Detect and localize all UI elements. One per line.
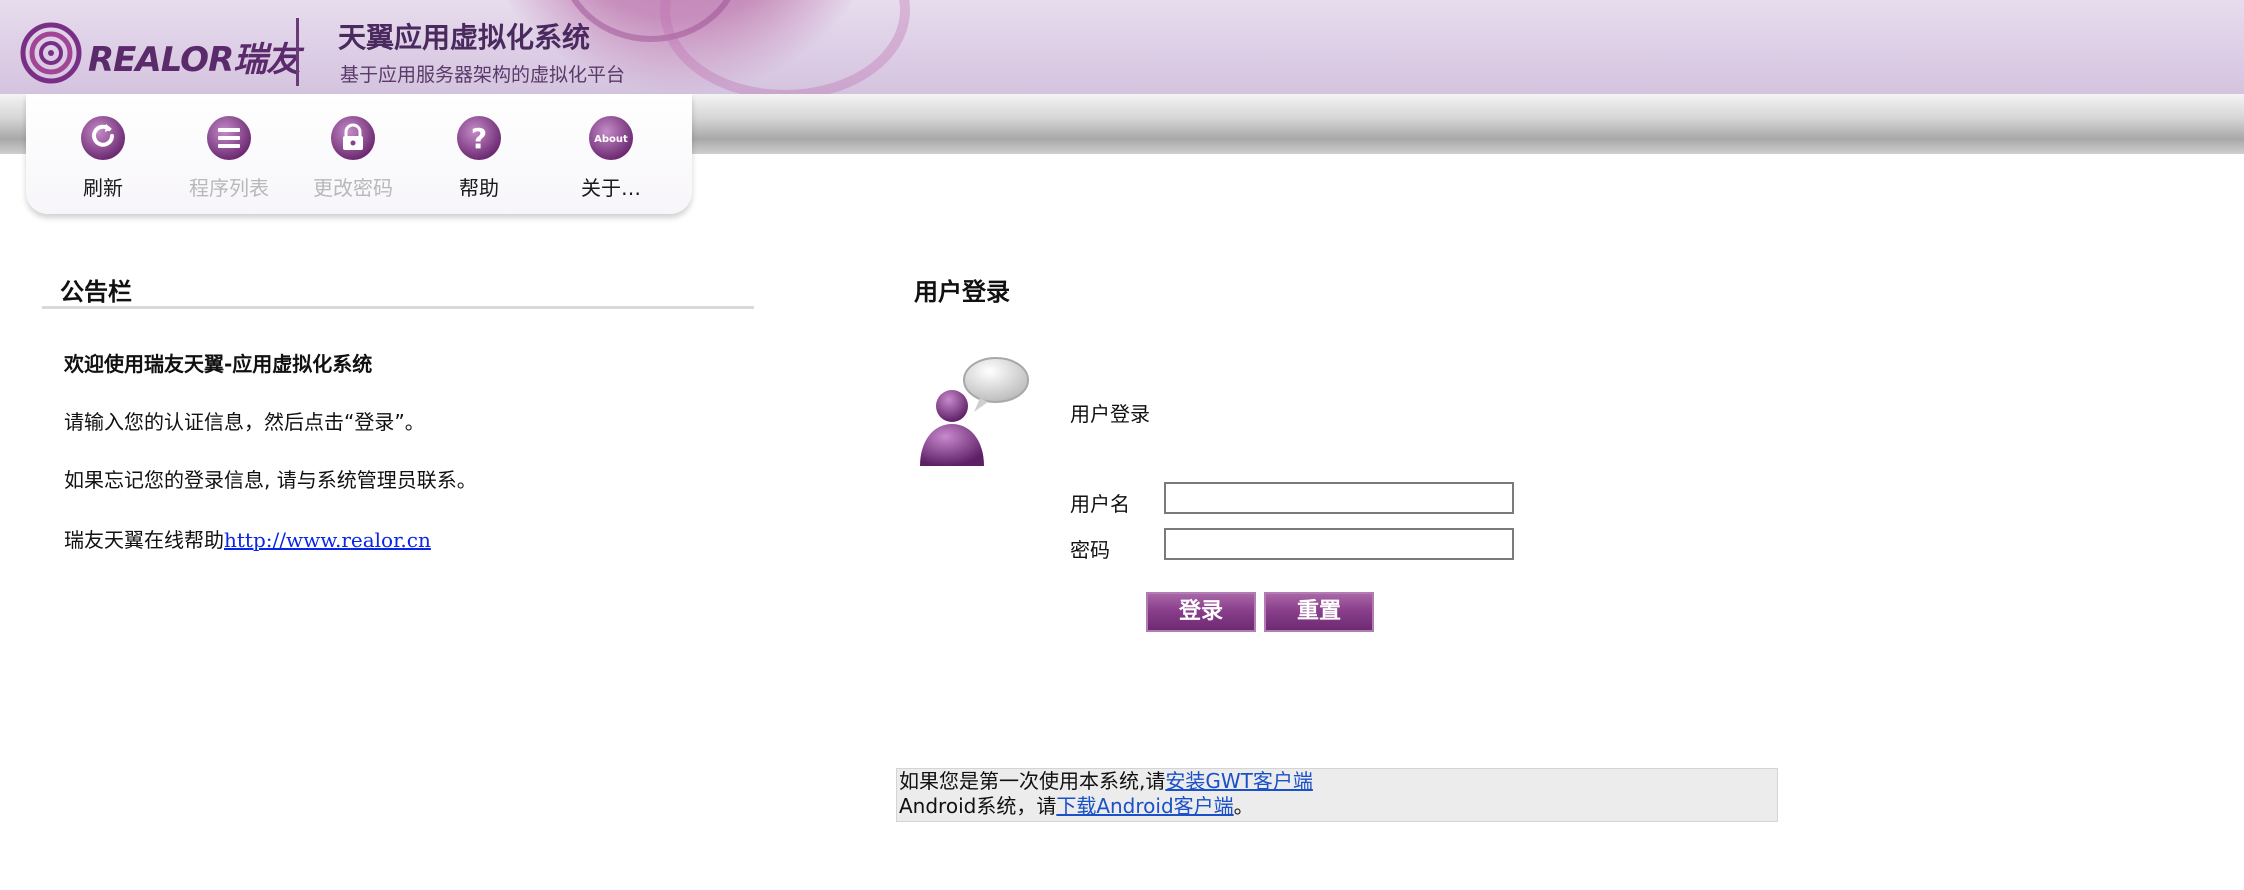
notice-line-2-suffix: 。 [1233, 794, 1254, 818]
about-label: 关于… [581, 176, 641, 200]
notice-line-2: Android系统，请下载Android客户端。 [899, 794, 1777, 819]
bulletin-welcome: 欢迎使用瑞友天翼-应用虚拟化系统 [64, 352, 373, 376]
app-header: REALOR瑞友 天翼应用虚拟化系统 基于应用服务器架构的虚拟化平台 [0, 0, 2244, 94]
logo-divider [296, 18, 299, 86]
notice-line-2-text: Android系统，请 [899, 794, 1057, 818]
login-subtitle: 用户登录 [1070, 402, 1150, 426]
notice-line-1-text: 如果您是第一次使用本系统,请 [899, 769, 1166, 793]
bulletin-divider [42, 306, 754, 309]
toolbar: 刷新 程序列表 更改密码 ? 帮助 About 关于… [26, 94, 692, 214]
app-title: 天翼应用虚拟化系统 [338, 21, 591, 54]
login-title: 用户登录 [914, 278, 1010, 306]
username-label: 用户名 [1070, 492, 1130, 516]
lock-icon [331, 116, 375, 160]
svg-text:About: About [594, 134, 628, 145]
password-label: 密码 [1070, 538, 1110, 562]
toolbar-refresh-button[interactable]: 刷新 [48, 114, 158, 201]
download-android-client-link[interactable]: 下载Android客户端 [1056, 794, 1233, 818]
bulletin-instruction: 请输入您的认证信息，然后点击“登录”。 [64, 410, 425, 434]
password-input[interactable] [1164, 528, 1514, 560]
help-label: 帮助 [459, 176, 499, 200]
refresh-icon [81, 116, 125, 160]
user-avatar-icon [920, 357, 1029, 466]
username-input[interactable] [1164, 482, 1514, 514]
change-password-label: 更改密码 [313, 176, 393, 200]
logo-text: REALOR瑞友 [88, 40, 300, 80]
program-list-label: 程序列表 [189, 176, 269, 200]
bulletin-forgot: 如果忘记您的登录信息, 请与系统管理员联系。 [64, 468, 477, 492]
app-subtitle: 基于应用服务器架构的虚拟化平台 [340, 64, 626, 86]
svg-text:?: ? [471, 122, 487, 155]
bulletin-title: 公告栏 [60, 278, 132, 306]
toolbar-program-list-button[interactable]: 程序列表 [174, 114, 284, 201]
toolbar-about-button[interactable]: About 关于… [556, 114, 666, 201]
login-button[interactable]: 登录 [1146, 592, 1256, 632]
toolbar-help-button[interactable]: ? 帮助 [424, 114, 534, 201]
bulletin-help-line: 瑞友天翼在线帮助http://www.realor.cn [64, 524, 431, 553]
about-icon: About [589, 116, 633, 160]
refresh-label: 刷新 [83, 176, 123, 200]
notice-line-1: 如果您是第一次使用本系统,请安装GWT客户端 [899, 769, 1777, 794]
client-download-notice: 如果您是第一次使用本系统,请安装GWT客户端 Android系统，请下载Andr… [896, 768, 1778, 822]
realor-logo-icon [20, 22, 82, 84]
help-icon: ? [457, 116, 501, 160]
list-icon [207, 116, 251, 160]
install-gwt-client-link[interactable]: 安装GWT客户端 [1165, 769, 1313, 793]
toolbar-change-password-button[interactable]: 更改密码 [298, 114, 408, 201]
help-website-link[interactable]: http://www.realor.cn [224, 528, 431, 552]
bulletin-help-prefix: 瑞友天翼在线帮助 [64, 528, 224, 552]
reset-button[interactable]: 重置 [1264, 592, 1374, 632]
